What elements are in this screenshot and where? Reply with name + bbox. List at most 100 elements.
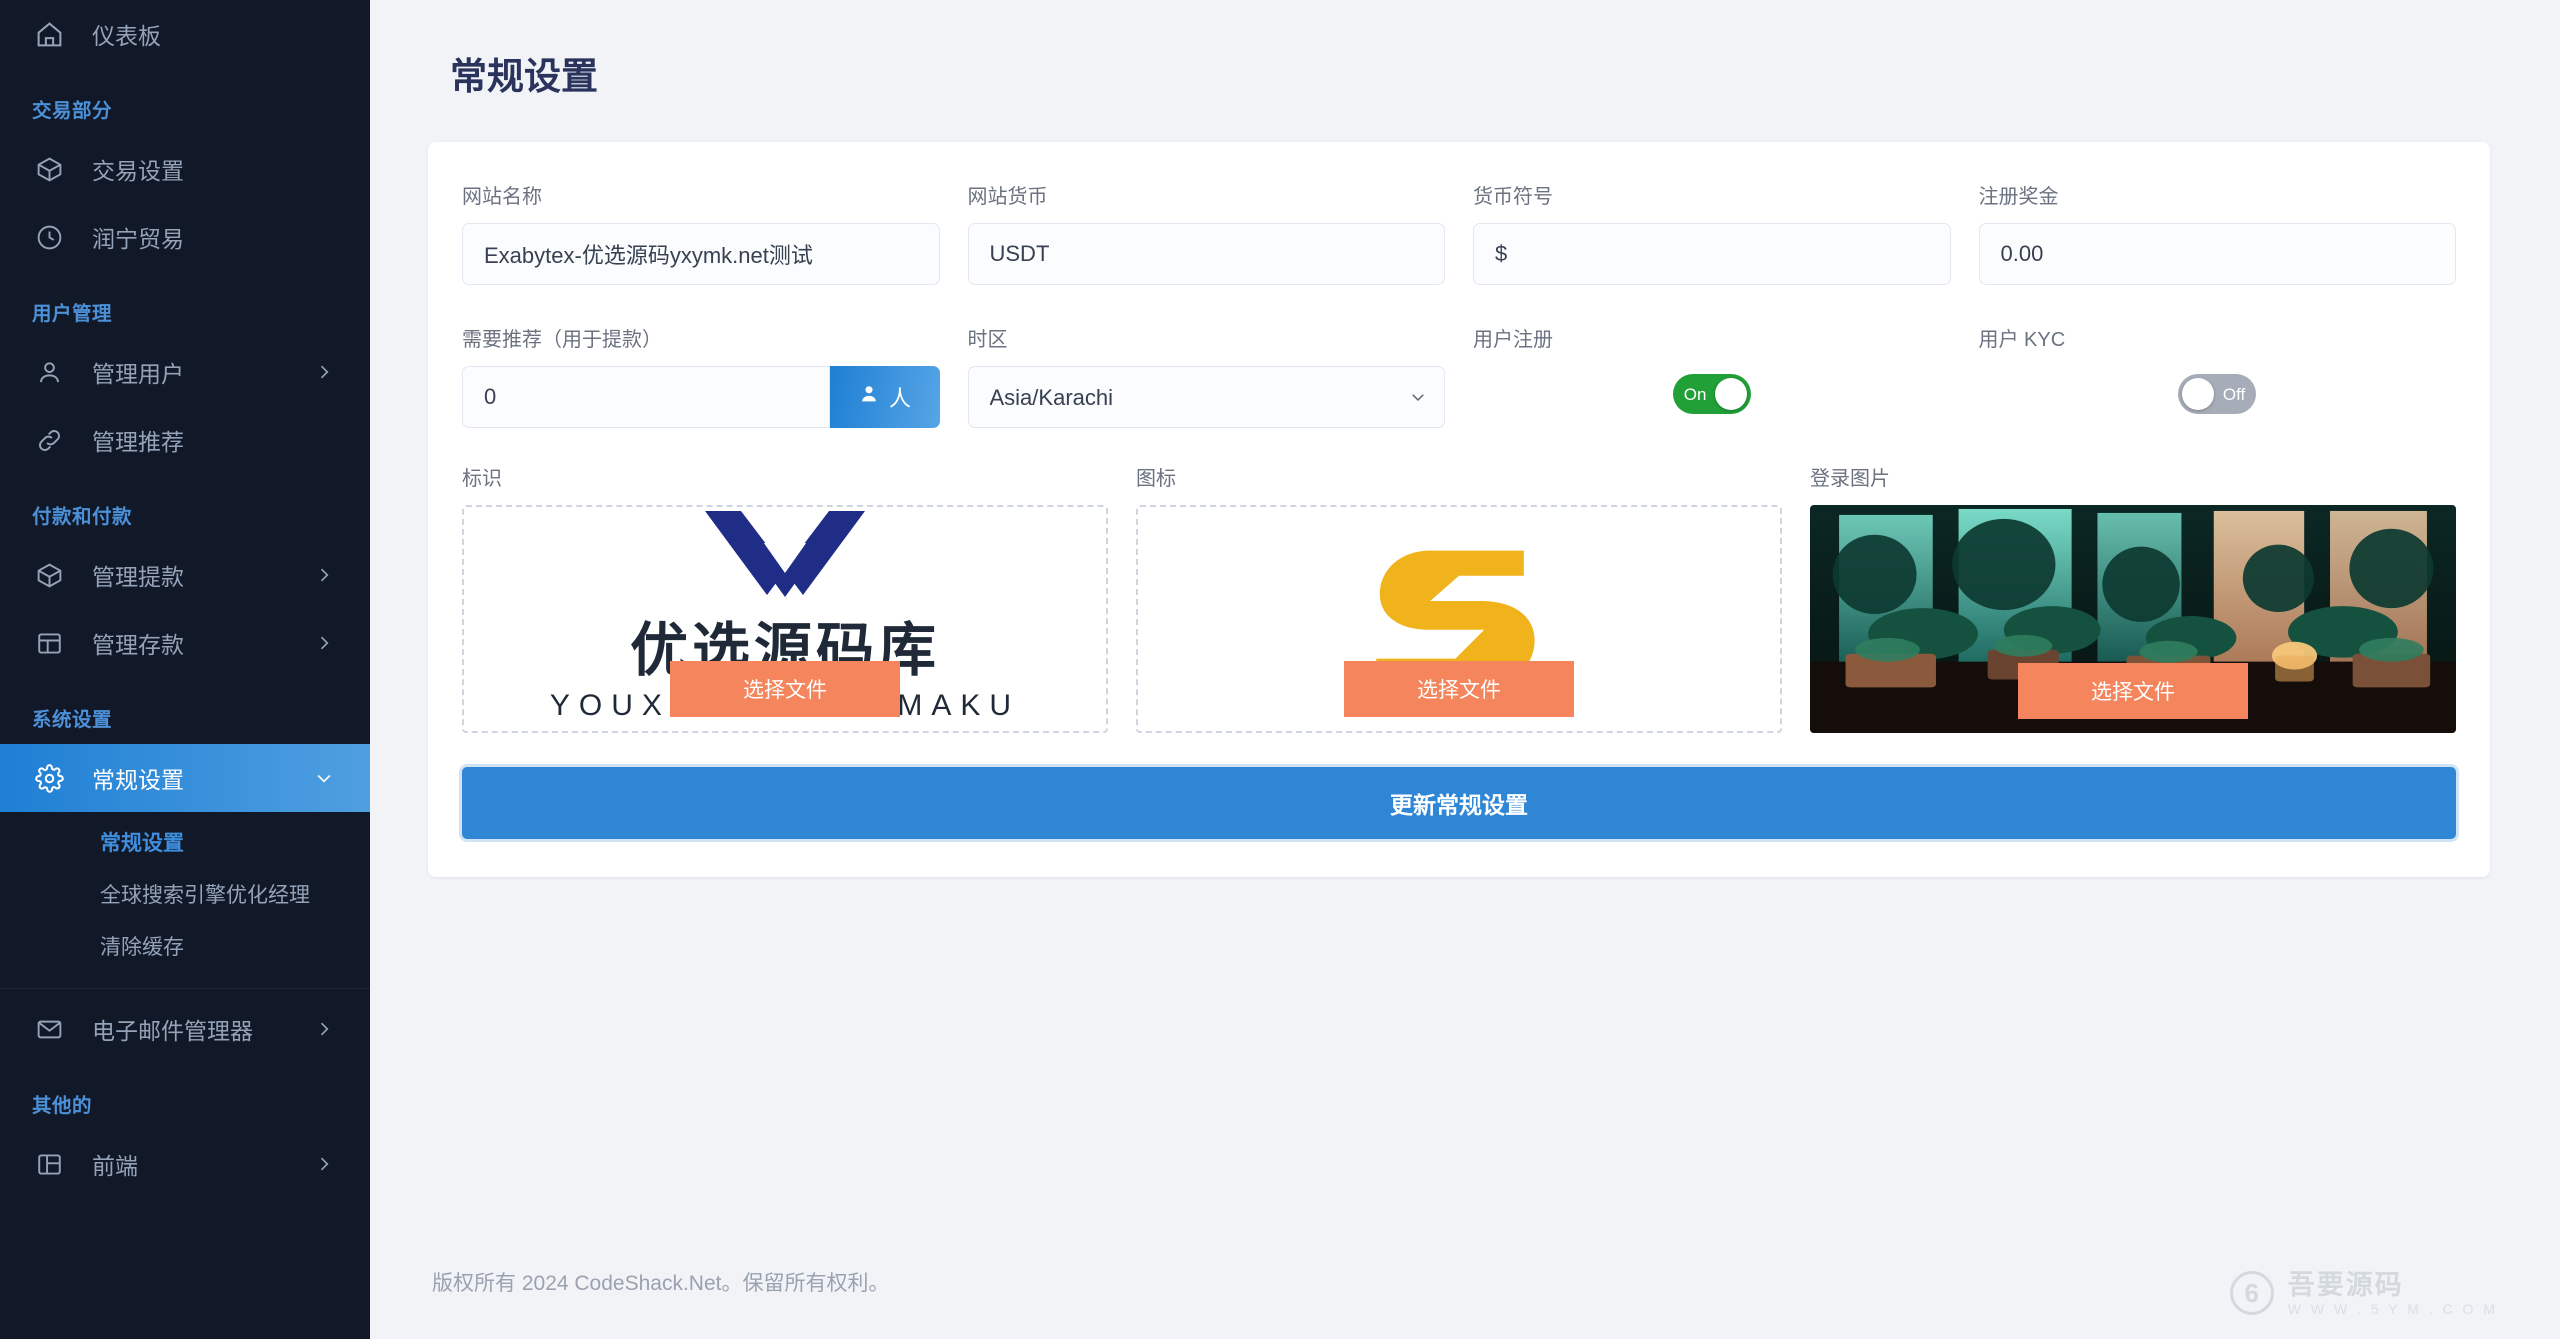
sidebar-item-running-trade[interactable]: 润宁贸易 [0, 203, 370, 271]
field-label: 货币符号 [1473, 186, 1553, 208]
toggle-state-label: On [1683, 384, 1707, 404]
field-label: 用户 KYC [1978, 329, 2066, 351]
submenu-item-general-settings[interactable]: 常规设置 [0, 816, 370, 868]
sidebar-section-title: 其他的 [32, 1095, 93, 1117]
user-icon [32, 355, 66, 389]
field-site-currency: 网站货币 [967, 172, 1445, 285]
chevron-right-icon [312, 1152, 336, 1176]
icon-choose-file-button[interactable]: 选择文件 [1344, 661, 1574, 717]
field-label: 登录图片 [1810, 468, 1890, 490]
sidebar-item-trade-settings[interactable]: 交易设置 [0, 135, 370, 203]
box-icon [32, 558, 66, 592]
field-label: 需要推荐（用于提款） [462, 329, 662, 351]
link-icon [32, 423, 66, 457]
timezone-select[interactable]: Asia/Karachi [967, 366, 1445, 428]
watermark-text: 吾要源码 W W W . 5 Y M . C O M [2288, 1270, 2498, 1317]
referral-needed-input[interactable] [462, 366, 830, 428]
user-icon [858, 383, 880, 411]
upload-logo: 标识 优选源码库 YOUXUAN YUANMAKU [462, 462, 1108, 733]
toggle-state-label: Off [2222, 384, 2246, 404]
field-site-name: 网站名称 [462, 172, 940, 285]
watermark-mark-icon: 6 [2229, 1271, 2274, 1316]
sidebar-item-manage-users[interactable]: 管理用户 [0, 338, 370, 406]
submenu-item-clear-cache[interactable]: 清除缓存 [0, 920, 370, 972]
sidebar-item-general-settings[interactable]: 常规设置 [0, 744, 370, 812]
chevron-right-icon [312, 631, 336, 655]
sidebar-item-label: 管理提款 [92, 564, 184, 590]
logo-choose-file-button[interactable]: 选择文件 [670, 661, 900, 717]
box-icon [32, 152, 66, 186]
field-label: 标识 [462, 468, 502, 490]
user-kyc-toggle-cell: Off [1979, 366, 2457, 414]
referral-input-group: 人 [462, 366, 940, 428]
toggle-knob [1714, 378, 1747, 410]
sidebar-item-email-manager[interactable]: 电子邮件管理器 [0, 995, 370, 1063]
site-name-input[interactable] [462, 223, 940, 285]
chevron-down-icon [312, 766, 336, 790]
user-registration-toggle[interactable]: On [1672, 374, 1751, 414]
footer: 版权所有 2024 CodeShack.Net。保留所有权利。 6 吾要源码 W… [370, 1231, 2560, 1339]
general-settings-submenu: 常规设置 全球搜索引擎优化经理 清除缓存 [0, 812, 370, 982]
app-root: 仪表板 交易部分 交易设置 润宁贸易 用户管理 管理用户 管理推荐 付款和付款 … [0, 0, 2560, 1339]
field-currency-symbol: 货币符号 [1473, 172, 1951, 285]
page-title: 常规设置 [450, 56, 598, 97]
sidebar-item-label: 仪表板 [92, 23, 161, 49]
watermark: 6 吾要源码 W W W . 5 Y M . C O M [2229, 1270, 2498, 1317]
site-currency-input[interactable] [967, 223, 1445, 285]
sidebar-section-title: 付款和付款 [32, 506, 133, 528]
user-registration-toggle-cell: On [1473, 366, 1951, 414]
user-kyc-toggle[interactable]: Off [2178, 374, 2257, 414]
layout-icon [32, 1147, 66, 1181]
field-user-kyc: 用户 KYC Off [1979, 315, 2457, 428]
sidebar-item-label: 常规设置 [92, 767, 184, 793]
currency-symbol-input[interactable] [1473, 223, 1951, 285]
chevron-right-icon [312, 1017, 336, 1041]
brand-mark-icon [705, 511, 865, 597]
sidebar-item-label: 前端 [92, 1153, 138, 1179]
watermark-sub: W W W . 5 Y M . C O M [2287, 1300, 2498, 1317]
field-timezone: 时区 Asia/Karachi [967, 315, 1445, 428]
signup-bonus-input[interactable] [1978, 223, 2456, 285]
home-icon [32, 17, 66, 51]
main-area: 常规设置 网站名称 网站货币 货币符号 [370, 0, 2560, 1339]
sidebar-item-manage-deposits[interactable]: 管理存款 [0, 609, 370, 677]
general-settings-card: 网站名称 网站货币 货币符号 注册奖金 [428, 142, 2490, 877]
footer-copyright: 版权所有 2024 CodeShack.Net。保留所有权利。 [432, 1272, 890, 1295]
field-label: 网站名称 [462, 186, 542, 208]
sidebar-item-manage-withdrawals[interactable]: 管理提款 [0, 541, 370, 609]
field-label: 图标 [1136, 468, 1176, 490]
sidebar-item-dashboard[interactable]: 仪表板 [0, 0, 370, 68]
field-label: 注册奖金 [1978, 186, 2059, 208]
sidebar-section-title: 用户管理 [32, 303, 113, 325]
referral-unit-addon[interactable]: 人 [829, 366, 940, 428]
clock-icon [32, 220, 66, 254]
upload-login-image: 登录图片 选择文件 [1810, 462, 2456, 733]
login-image-dropzone[interactable]: 选择文件 [1810, 505, 2456, 733]
sidebar-section-title: 系统设置 [32, 709, 113, 731]
sidebar-section-title: 交易部分 [32, 100, 113, 122]
mail-icon [32, 1012, 66, 1046]
content-wrapper: 常规设置 网站名称 网站货币 货币符号 [370, 0, 2560, 1231]
submenu-item-seo-manager[interactable]: 全球搜索引擎优化经理 [0, 868, 370, 920]
field-user-registration: 用户注册 On [1473, 315, 1951, 428]
chevron-right-icon [312, 360, 336, 384]
sidebar-item-label: 交易设置 [92, 158, 184, 184]
table-icon [32, 626, 66, 660]
referral-unit-label: 人 [888, 386, 911, 411]
sidebar-item-manage-referrals[interactable]: 管理推荐 [0, 406, 370, 474]
login-image-choose-file-button[interactable]: 选择文件 [2018, 663, 2248, 719]
sidebar-item-frontend[interactable]: 前端 [0, 1130, 370, 1198]
field-signup-bonus: 注册奖金 [1978, 172, 2456, 285]
logo-dropzone[interactable]: 优选源码库 YOUXUAN YUANMAKU 选择文件 [462, 505, 1108, 733]
sidebar-item-label: 管理推荐 [92, 429, 184, 455]
form-row-1: 网站名称 网站货币 货币符号 注册奖金 [462, 172, 2456, 285]
field-referral-needed: 需要推荐（用于提款） 人 [462, 315, 940, 428]
form-row-2: 需要推荐（用于提款） 人 时区 [462, 315, 2456, 428]
upload-icon: 图标 选择文件 [1136, 462, 1782, 733]
update-general-settings-button[interactable]: 更新常规设置 [462, 767, 2456, 839]
sidebar: 仪表板 交易部分 交易设置 润宁贸易 用户管理 管理用户 管理推荐 付款和付款 … [0, 0, 370, 1339]
field-label: 网站货币 [967, 186, 1048, 208]
icon-dropzone[interactable]: 选择文件 [1136, 505, 1782, 733]
sidebar-item-label: 润宁贸易 [92, 226, 184, 252]
sidebar-item-label: 电子邮件管理器 [92, 1018, 253, 1044]
